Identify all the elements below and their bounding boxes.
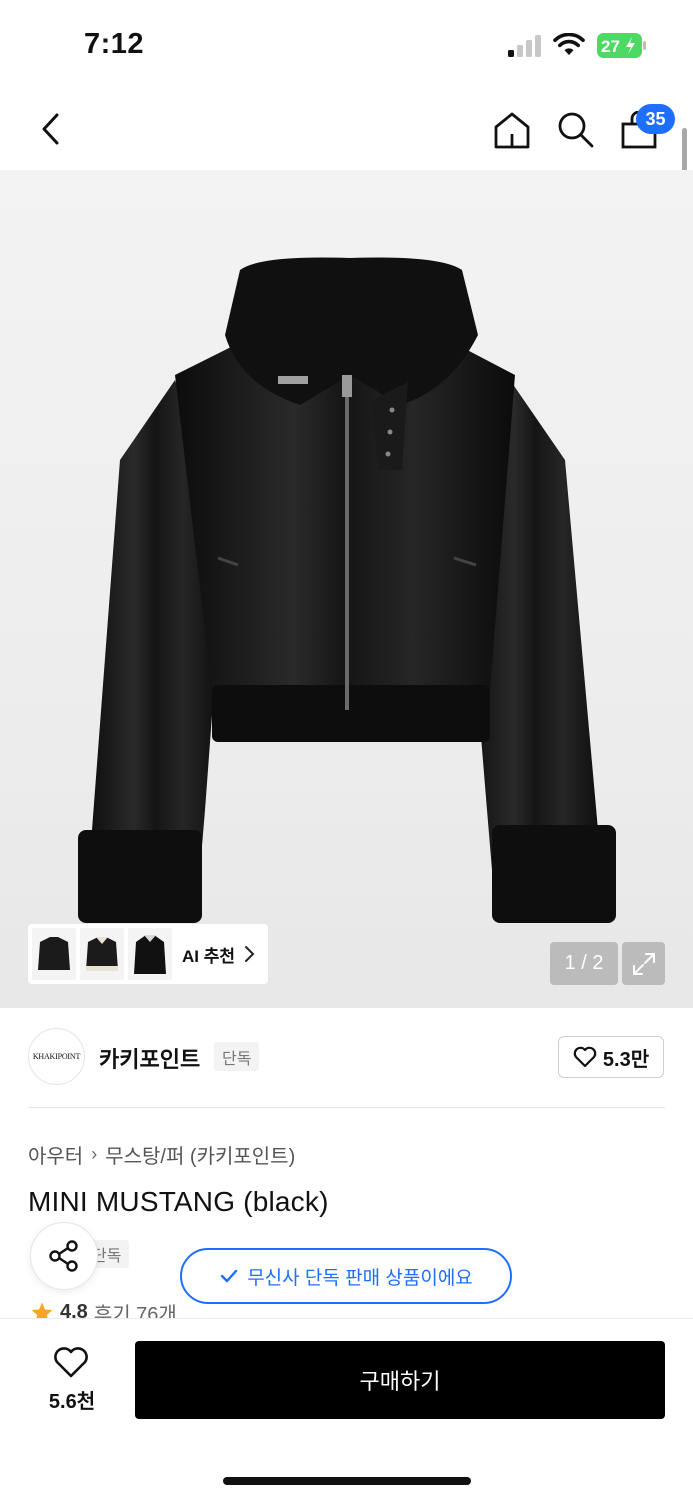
status-bar: 7:12 27 <box>0 0 693 90</box>
ai-recommendation-strip[interactable]: AI 추천 <box>28 924 268 984</box>
battery-charging-icon: 27 <box>597 33 646 58</box>
heart-icon <box>573 1046 597 1068</box>
brand-like-count: 5.3만 <box>602 1048 650 1071</box>
chevron-right-icon <box>245 946 255 962</box>
back-icon[interactable] <box>28 107 72 151</box>
exclusive-sale-toast: 무신사 단독 판매 상품이에요 <box>180 1248 512 1304</box>
ai-recommendation-thumbnail[interactable] <box>80 928 124 980</box>
ai-recommendation-thumbnail[interactable] <box>32 928 76 980</box>
heart-icon <box>54 1347 88 1378</box>
ai-recommendation-thumbnail[interactable] <box>128 928 172 980</box>
image-page-indicator: 1 / 2 <box>550 942 618 985</box>
signal-icon <box>508 35 541 57</box>
breadcrumb: 아우터 › 무스탕/퍼 (카키포인트) <box>28 1140 295 1169</box>
toast-text: 무신사 단독 판매 상품이에요 <box>247 1267 473 1289</box>
brand-logo[interactable]: KHAKIPOINT <box>28 1028 85 1085</box>
brand-row: KHAKIPOINT 카키포인트 단독 5.3만 <box>28 1028 665 1086</box>
wifi-icon <box>553 33 585 55</box>
wishlist-button[interactable]: 5.6천 <box>30 1345 114 1415</box>
buy-button[interactable]: 구매하기 <box>135 1341 665 1419</box>
home-icon[interactable] <box>490 108 534 152</box>
bottom-purchase-bar: 5.6천 구매하기 <box>0 1318 693 1500</box>
brand-exclusive-tag: 단독 <box>214 1042 260 1071</box>
share-icon <box>49 1240 78 1272</box>
expand-icon <box>632 952 655 975</box>
expand-image-button[interactable] <box>622 942 665 985</box>
brand-logo-text: KHAKIPOINT <box>32 1052 81 1061</box>
search-icon[interactable] <box>553 107 597 151</box>
check-icon <box>220 1269 238 1283</box>
ai-recommendation-label: AI 추천 <box>182 946 236 966</box>
product-image-gallery[interactable] <box>0 170 693 1008</box>
share-button[interactable] <box>30 1222 98 1290</box>
brand-name[interactable]: 카키포인트 <box>99 1042 200 1074</box>
home-indicator <box>223 1477 471 1485</box>
chevron-right-icon: › <box>91 1144 98 1164</box>
top-navigation <box>0 95 693 167</box>
brand-like-button[interactable]: 5.3만 <box>558 1036 664 1078</box>
product-title: MINI MUSTANG (black) <box>28 1186 329 1217</box>
battery-level: 27 <box>601 37 620 56</box>
wishlist-count: 5.6천 <box>48 1391 96 1413</box>
divider <box>28 1107 665 1108</box>
breadcrumb-item-outer[interactable]: 아우터 <box>28 1140 83 1169</box>
cart-count-badge: 35 <box>636 104 675 134</box>
breadcrumb-item-mustang-fur[interactable]: 무스탕/퍼 (카키포인트) <box>105 1140 295 1169</box>
product-image-jacket <box>78 257 616 923</box>
status-time: 7:12 <box>84 28 145 60</box>
